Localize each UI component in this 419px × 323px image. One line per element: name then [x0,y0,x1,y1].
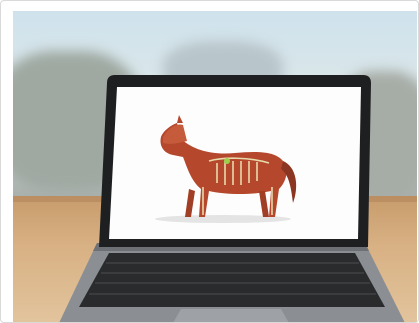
laptop [59,75,405,322]
image-card [0,0,419,323]
trackpad [173,309,289,322]
laptop-photo [13,11,417,322]
keyboard [79,253,385,307]
